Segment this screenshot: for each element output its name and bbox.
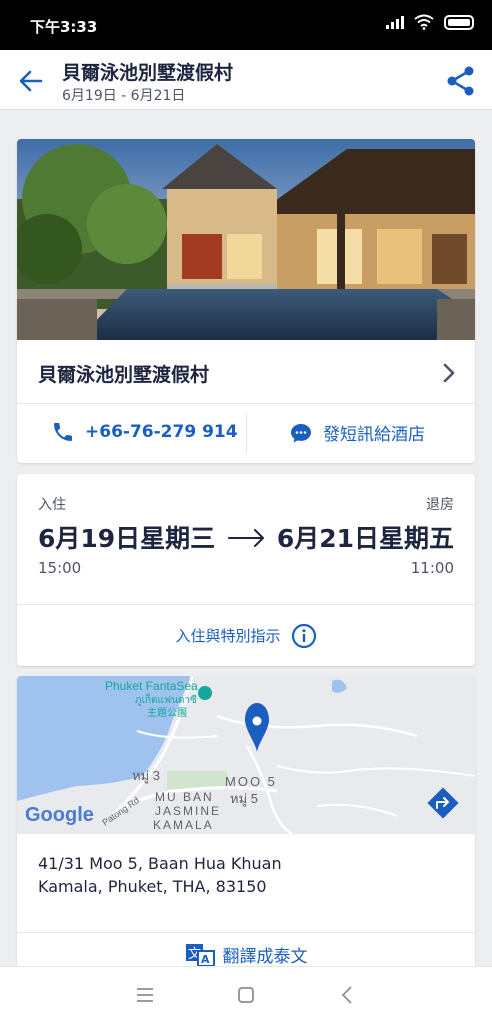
checkout-time: 11:00 <box>410 559 454 577</box>
map-poi-name: Phuket FantaSea <box>105 679 198 693</box>
page-dates: 6月19日 - 6月21日 <box>62 88 186 104</box>
wifi-icon <box>414 14 434 30</box>
map-label-moo3: หมู่ 3 <box>132 768 160 784</box>
app-bar: 貝爾泳池別墅渡假村 6月19日 - 6月21日 <box>0 50 492 110</box>
hotel-photo[interactable] <box>17 139 475 340</box>
contact-divider <box>246 414 247 453</box>
signal-icon <box>386 15 404 29</box>
map-poi-chinese: 主題公園 <box>147 707 187 719</box>
stay-card: 入住 退房 6月19日星期三 6月21日星期五 15:00 11:00 入住與特… <box>17 474 475 666</box>
chevron-right-icon <box>443 363 455 383</box>
map-label-muban-3: KAMALA <box>153 818 214 832</box>
phone-number: +66-76-279 914 <box>85 422 238 442</box>
hotel-card: 貝爾泳池別墅渡假村 +66-76-279 914 發短訊給酒店 <box>17 139 475 463</box>
sms-label: 發短訊給酒店 <box>323 425 425 445</box>
checkout-label: 退房 <box>426 497 454 513</box>
recents-menu-icon[interactable] <box>135 987 155 1003</box>
call-hotel-button[interactable]: +66-76-279 914 <box>51 420 238 444</box>
share-icon[interactable] <box>444 64 478 98</box>
address-line-1: 41/31 Moo 5, Baan Hua Khuan <box>38 854 282 873</box>
translate-label: 翻譯成泰文 <box>222 947 308 967</box>
checkin-date: 6月19日星期三 <box>38 524 216 553</box>
back-arrow-icon[interactable] <box>16 66 46 96</box>
map-label-muban-2: JASMINE <box>155 804 221 818</box>
chat-bubble-icon <box>291 423 311 442</box>
arrow-right-icon <box>228 529 264 547</box>
map-label-moo5: MOO 5 <box>225 774 277 789</box>
sms-hotel-button[interactable]: 發短訊給酒店 <box>289 420 425 445</box>
battery-icon <box>444 14 474 30</box>
location-card: Phuket FantaSea ภูเก็ตแฟนตาซี 主題公園 หมู่ … <box>17 676 475 976</box>
checkout-date: 6月21日星期五 <box>276 524 454 553</box>
map-label-muban-1: MU BAN <box>155 790 214 804</box>
status-time: 下午3:33 <box>30 18 98 36</box>
translate-icon: 文 A <box>185 943 215 967</box>
google-logo: Google <box>25 804 94 826</box>
checkin-label: 入住 <box>38 497 66 513</box>
map-poi-thai: ภูเก็ตแฟนตาซี <box>135 692 197 706</box>
back-chevron-icon[interactable] <box>340 985 354 1005</box>
phone-icon <box>54 423 72 441</box>
hotel-name: 貝爾泳池別墅渡假村 <box>38 364 210 386</box>
contact-row: +66-76-279 914 發短訊給酒店 <box>17 404 475 463</box>
status-icons <box>386 14 474 30</box>
hotel-name-row[interactable]: 貝爾泳池別墅渡假村 <box>17 340 475 404</box>
map-label-moo5-thai: หมู่ 5 <box>230 791 258 807</box>
map-view[interactable]: Phuket FantaSea ภูเก็ตแฟนตาซี 主題公園 หมู่ … <box>17 676 475 834</box>
checkin-time: 15:00 <box>38 559 82 577</box>
info-icon <box>291 623 316 648</box>
system-nav-bar <box>0 966 492 1024</box>
home-square-icon[interactable] <box>237 986 255 1004</box>
status-bar: 下午3:33 <box>0 0 492 50</box>
svg-text:A: A <box>201 953 210 966</box>
address-line-2: Kamala, Phuket, THA, 83150 <box>38 877 267 896</box>
instructions-label: 入住與特別指示 <box>175 627 281 645</box>
page-title: 貝爾泳池別墅渡假村 <box>62 62 234 84</box>
checkin-instructions-link[interactable]: 入住與特別指示 <box>17 605 475 666</box>
